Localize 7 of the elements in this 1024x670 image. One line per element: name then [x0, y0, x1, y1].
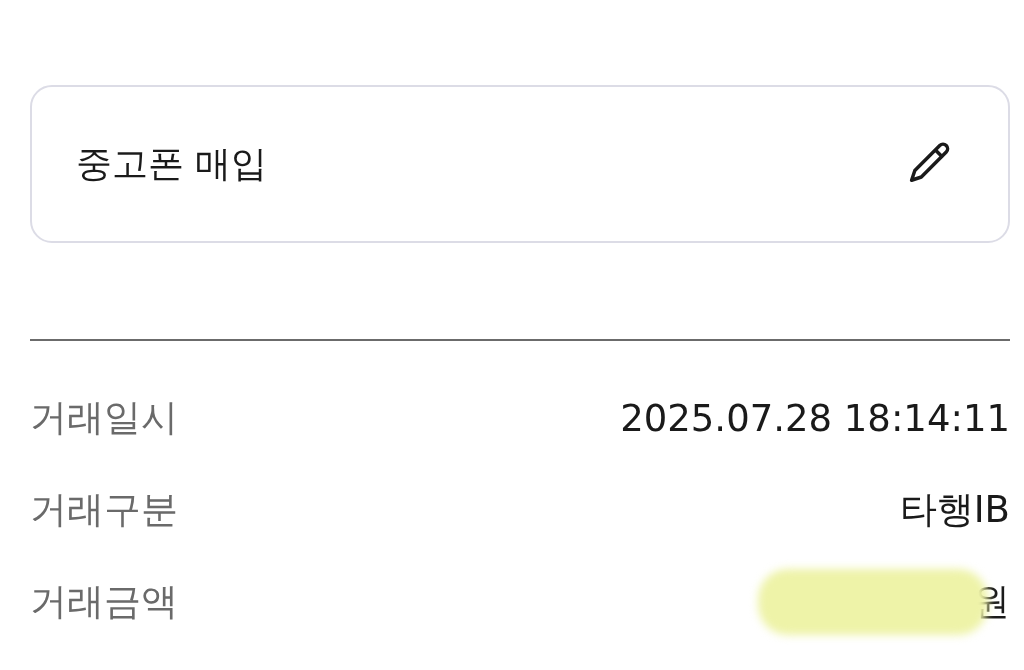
detail-value: 타행IB [899, 487, 1010, 533]
memo-text: 중고폰 매입 [76, 141, 268, 186]
detail-value: 원 [973, 579, 1010, 625]
detail-value: 2025.07.28 18:14:11 [620, 396, 1010, 440]
detail-label: 거래금액 [30, 579, 178, 625]
detail-label: 거래일시 [30, 395, 178, 441]
detail-label: 거래구분 [30, 487, 178, 533]
